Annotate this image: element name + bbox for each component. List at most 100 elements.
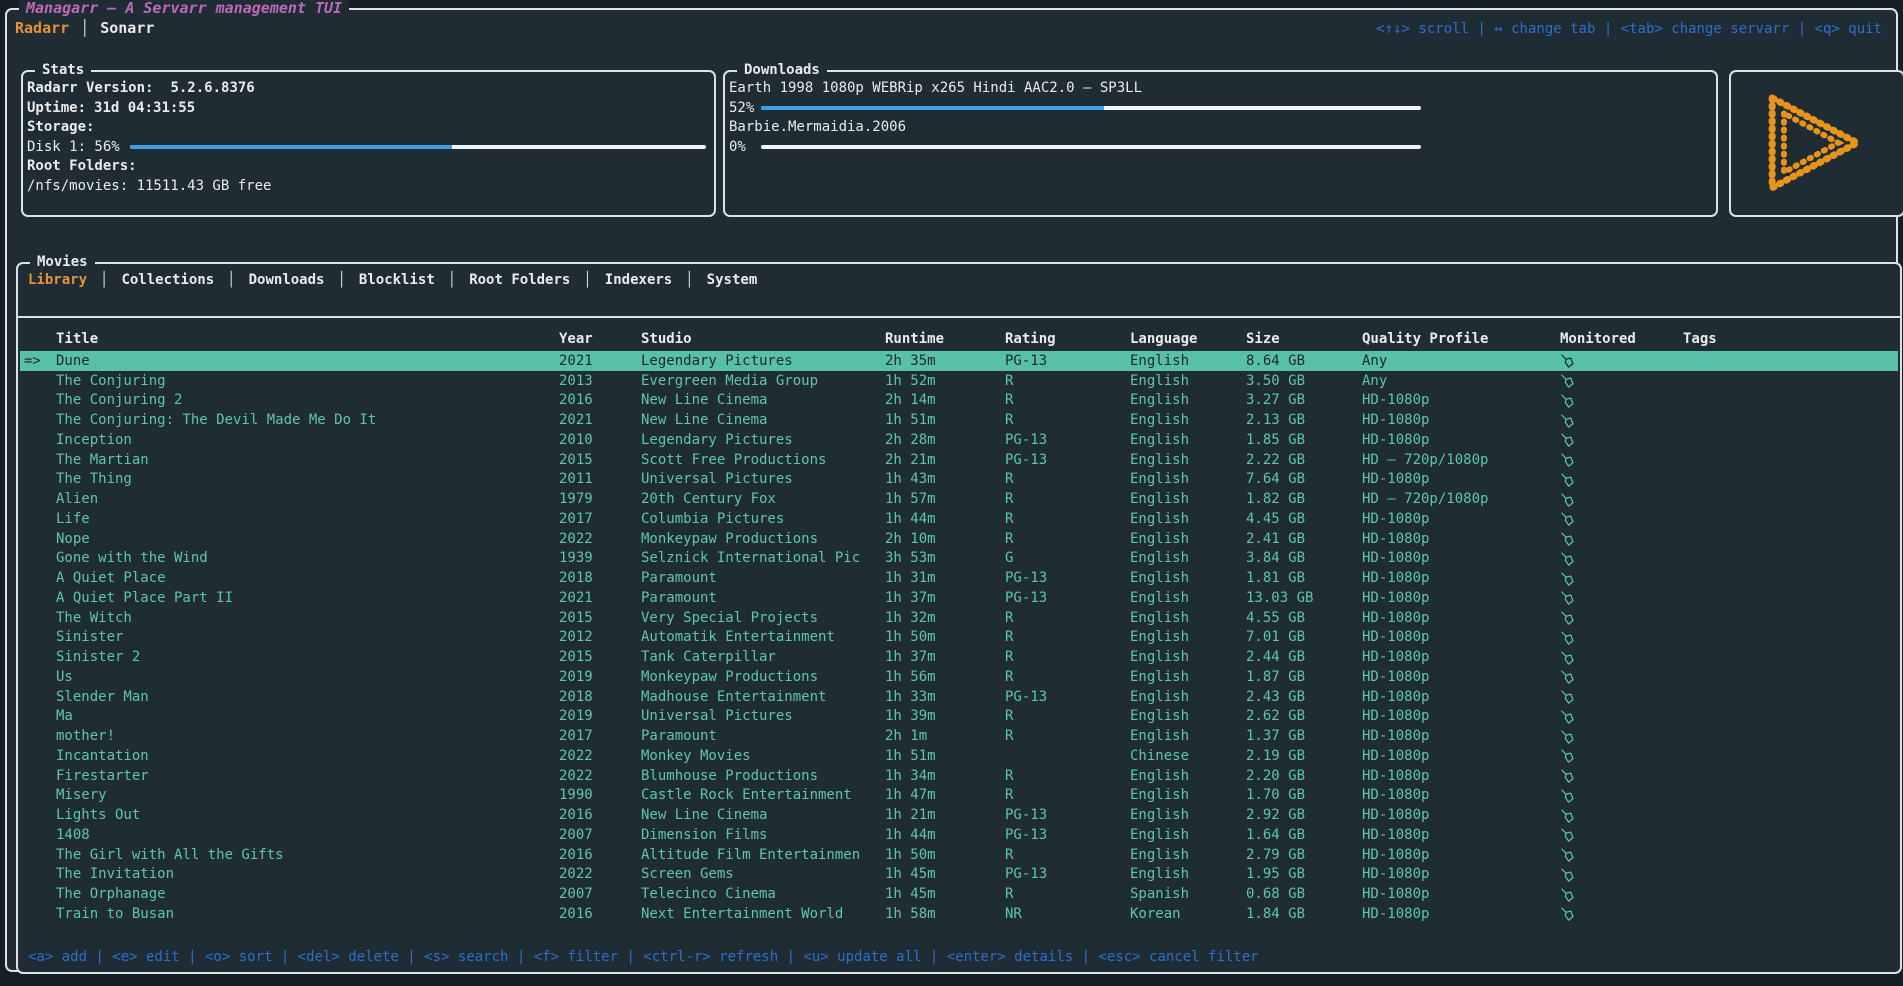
- table-row[interactable]: The Conjuring2013Evergreen Media Group1h…: [20, 371, 1898, 391]
- cell-studio: Screen Gems: [641, 866, 885, 882]
- table-row[interactable]: A Quiet Place Part II2021Paramount1h 37m…: [20, 588, 1898, 608]
- table-row[interactable]: Alien197920th Century Fox1h 57mREnglish1…: [20, 489, 1898, 509]
- table-row[interactable]: The Girl with All the Gifts2016Altitude …: [20, 845, 1898, 865]
- cell-monitored: [1560, 472, 1683, 487]
- stats-panel: Stats Radarr Version:5.2.6.8376 Uptime:3…: [21, 70, 716, 217]
- table-row[interactable]: Train to Busan2016Next Entertainment Wor…: [20, 904, 1898, 924]
- uptime-line: Uptime:31d 04:31:55: [23, 99, 714, 119]
- table-row[interactable]: Firestarter2022Blumhouse Productions1h 3…: [20, 766, 1898, 786]
- cell-title: Ma: [56, 708, 559, 724]
- cell-title: The Orphanage: [56, 886, 559, 902]
- cell-year: 2021: [559, 353, 641, 369]
- cell-language: English: [1130, 807, 1246, 823]
- download-progress-row: 52%: [725, 99, 1716, 119]
- table-row[interactable]: Misery1990Castle Rock Entertainment1h 47…: [20, 786, 1898, 806]
- movies-tab-root-folders[interactable]: Root Folders: [469, 272, 570, 288]
- monitored-tag-icon: [1560, 611, 1575, 625]
- cell-rating: R: [1005, 373, 1130, 389]
- table-row[interactable]: The Invitation2022Screen Gems1h 45mPG-13…: [20, 865, 1898, 885]
- movies-tab-indexers[interactable]: Indexers: [605, 272, 672, 288]
- cell-language: English: [1130, 471, 1246, 487]
- servarr-tab-radarr[interactable]: Radarr: [15, 19, 69, 37]
- cell-year: 2007: [559, 886, 641, 902]
- movies-tab-library[interactable]: Library: [28, 272, 87, 288]
- monitored-tag-icon: [1560, 631, 1575, 645]
- cell-language: English: [1130, 787, 1246, 803]
- movies-table[interactable]: =>Dune2021Legendary Pictures2h 35mPG-13E…: [20, 351, 1898, 924]
- disk-usage-line: Disk 1: 56%: [23, 138, 714, 158]
- table-row[interactable]: The Martian2015Scott Free Productions2h …: [20, 450, 1898, 470]
- downloads-panel: Downloads Earth 1998 1080p WEBRip x265 H…: [723, 70, 1718, 217]
- table-row[interactable]: Inception2010Legendary Pictures2h 28mPG-…: [20, 430, 1898, 450]
- cell-studio: Universal Pictures: [641, 708, 885, 724]
- table-row[interactable]: A Quiet Place2018Paramount1h 31mPG-13Eng…: [20, 568, 1898, 588]
- cell-rating: R: [1005, 787, 1130, 803]
- cell-year: 1990: [559, 787, 641, 803]
- cell-studio: New Line Cinema: [641, 412, 885, 428]
- movies-tab-downloads[interactable]: Downloads: [249, 272, 325, 288]
- cell-year: 2019: [559, 708, 641, 724]
- cell-quality: HD-1080p: [1362, 787, 1560, 803]
- movies-tab-collections[interactable]: Collections: [121, 272, 214, 288]
- cell-language: English: [1130, 649, 1246, 665]
- cell-year: 2021: [559, 590, 641, 606]
- table-row[interactable]: Sinister 22015Tank Caterpillar1h 37mREng…: [20, 647, 1898, 667]
- movies-tab-blocklist[interactable]: Blocklist: [359, 272, 435, 288]
- table-row[interactable]: Gone with the Wind1939Selznick Internati…: [20, 549, 1898, 569]
- cell-studio: Dimension Films: [641, 827, 885, 843]
- cell-rating: R: [1005, 708, 1130, 724]
- monitored-tag-icon: [1560, 433, 1575, 447]
- cell-year: 2016: [559, 906, 641, 922]
- table-row[interactable]: The Orphanage2007Telecinco Cinema1h 45mR…: [20, 884, 1898, 904]
- table-row[interactable]: Nope2022Monkeypaw Productions2h 10mREngl…: [20, 529, 1898, 549]
- table-row[interactable]: Incantation2022Monkey Movies1h 51mChines…: [20, 746, 1898, 766]
- cell-size: 1.64 GB: [1246, 827, 1362, 843]
- table-row[interactable]: Us2019Monkeypaw Productions1h 56mREnglis…: [20, 667, 1898, 687]
- header-cell-studio: Studio: [641, 331, 885, 347]
- cell-language: English: [1130, 373, 1246, 389]
- downloads-list: Earth 1998 1080p WEBRip x265 Hindi AAC2.…: [725, 72, 1716, 157]
- cell-runtime: 1h 37m: [885, 649, 1005, 665]
- table-row[interactable]: Slender Man2018Madhouse Entertainment1h …: [20, 687, 1898, 707]
- table-row[interactable]: Life2017Columbia Pictures1h 44mREnglish4…: [20, 509, 1898, 529]
- cell-quality: HD-1080p: [1362, 471, 1560, 487]
- cell-size: 1.95 GB: [1246, 866, 1362, 882]
- cell-studio: Monkeypaw Productions: [641, 531, 885, 547]
- cell-title: Slender Man: [56, 689, 559, 705]
- table-row[interactable]: mother!2017Paramount2h 1mREnglish1.37 GB…: [20, 726, 1898, 746]
- downloads-title: Downloads: [737, 61, 827, 80]
- cell-runtime: 1h 50m: [885, 847, 1005, 863]
- cell-runtime: 1h 58m: [885, 906, 1005, 922]
- cell-quality: HD-1080p: [1362, 689, 1560, 705]
- cell-monitored: [1560, 571, 1683, 586]
- cell-size: 8.64 GB: [1246, 353, 1362, 369]
- table-row[interactable]: Sinister2012Automatik Entertainment1h 50…: [20, 628, 1898, 648]
- cell-monitored: [1560, 531, 1683, 546]
- movies-tab-system[interactable]: System: [707, 272, 758, 288]
- cell-runtime: 1h 51m: [885, 748, 1005, 764]
- table-row[interactable]: =>Dune2021Legendary Pictures2h 35mPG-13E…: [20, 351, 1898, 371]
- table-row[interactable]: 14082007Dimension Films1h 44mPG-13Englis…: [20, 825, 1898, 845]
- cell-title: The Martian: [56, 452, 559, 468]
- table-row[interactable]: Ma2019Universal Pictures1h 39mREnglish2.…: [20, 707, 1898, 727]
- monitored-tag-icon: [1560, 730, 1575, 744]
- table-row[interactable]: The Conjuring: The Devil Made Me Do It20…: [20, 410, 1898, 430]
- table-row[interactable]: The Thing2011Universal Pictures1h 43mREn…: [20, 470, 1898, 490]
- cell-studio: New Line Cinema: [641, 392, 885, 408]
- cell-quality: HD-1080p: [1362, 511, 1560, 527]
- table-row[interactable]: Lights Out2016New Line Cinema1h 21mPG-13…: [20, 805, 1898, 825]
- table-row[interactable]: The Conjuring 22016New Line Cinema2h 14m…: [20, 391, 1898, 411]
- header-cell-language: Language: [1130, 331, 1246, 347]
- cell-size: 2.79 GB: [1246, 847, 1362, 863]
- cell-monitored: [1560, 610, 1683, 625]
- cell-monitored: [1560, 650, 1683, 665]
- cell-quality: HD-1080p: [1362, 412, 1560, 428]
- table-row[interactable]: The Witch2015Very Special Projects1h 32m…: [20, 608, 1898, 628]
- cell-runtime: 1h 47m: [885, 787, 1005, 803]
- cell-runtime: 1h 21m: [885, 807, 1005, 823]
- download-item-name: Barbie.Mermaidia.2006: [725, 118, 1716, 138]
- cell-monitored: [1560, 669, 1683, 684]
- servarr-tab-sonarr[interactable]: Sonarr: [100, 19, 154, 37]
- cell-language: English: [1130, 511, 1246, 527]
- tab-separator-line: [18, 316, 1900, 318]
